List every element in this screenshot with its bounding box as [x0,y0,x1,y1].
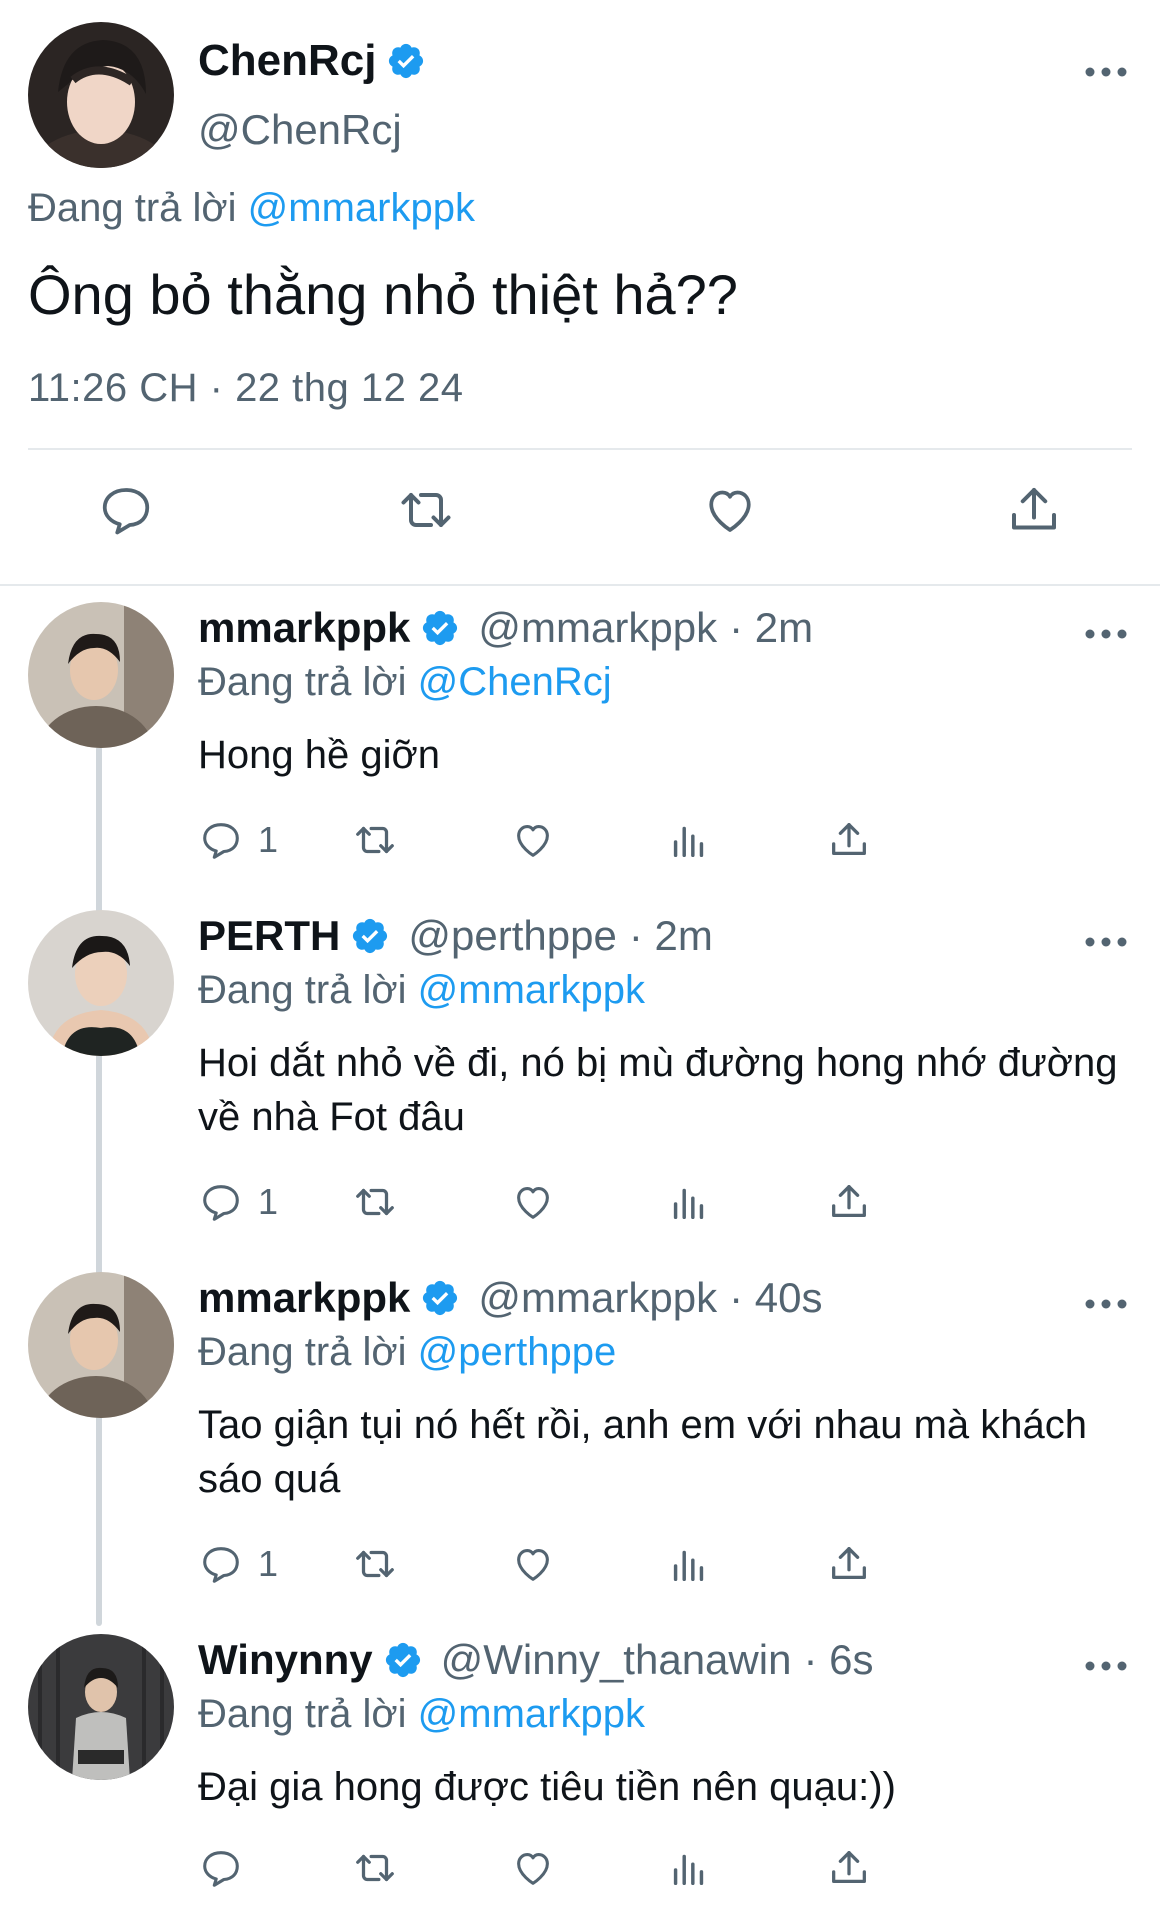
analytics-icon[interactable] [666,1840,712,1896]
avatar[interactable] [28,1272,174,1418]
retweet-icon[interactable] [352,1840,398,1896]
reply-button[interactable] [198,1840,258,1896]
tweet-header: mmarkppk @mmarkppk · 2m [198,604,813,652]
verified-badge-icon [423,1280,458,1316]
handle[interactable]: @mmarkppk [478,1274,717,1322]
display-name[interactable]: PERTH [198,912,340,960]
replying-prefix: Đang trả lời [28,186,237,230]
replying-to-link[interactable]: @ChenRcj [418,660,612,704]
replying-to-link[interactable]: @mmarkppk [248,186,475,230]
relative-time[interactable]: · 2m [729,604,813,652]
verified-badge-icon [389,43,424,79]
relative-time[interactable]: · 6s [803,1636,873,1684]
verified-badge-icon [353,918,388,954]
replying-to-link[interactable]: @mmarkppk [418,1692,645,1736]
avatar[interactable] [28,1634,174,1780]
tweet-header: PERTH @perthppe · 2m [198,912,713,960]
tweet-actions [198,1840,1058,1896]
reply-count: 1 [258,1543,279,1584]
handle[interactable]: @Winny_thanawin [441,1636,792,1684]
handle[interactable]: @ChenRcj [198,106,402,154]
replying-to: Đang trả lời @ChenRcj [198,660,612,705]
divider [28,448,1132,450]
tweet-actions: 1 [198,812,1058,868]
divider [0,584,1160,586]
replying-to-link[interactable]: @perthppe [418,1330,617,1374]
analytics-icon[interactable] [666,812,712,868]
share-icon[interactable] [826,812,872,868]
like-icon[interactable] [510,1536,556,1592]
more-options-icon[interactable] [1076,614,1136,654]
retweet-icon[interactable] [352,812,398,868]
tweet-text: Đại gia hong được tiêu tiền nên quạu:)) [198,1765,896,1809]
like-icon[interactable] [700,480,760,540]
retweet-icon[interactable] [352,1174,398,1230]
reply-tweet[interactable]: mmarkppk @mmarkppk · 2m Đang trả lời @Ch… [0,602,1160,872]
reply-tweet[interactable]: Winynny @Winny_thanawin · 6s Đang trả lờ… [0,1634,1160,1904]
tweet-timestamp[interactable]: 11:26 CH · 22 thg 12 24 [28,366,463,411]
more-options-icon[interactable] [1076,922,1136,962]
handle[interactable]: @mmarkppk [478,604,717,652]
display-name-text[interactable]: ChenRcj [198,36,376,86]
more-options-icon[interactable] [1076,52,1136,92]
reply-button[interactable]: 1 [198,812,278,868]
reply-count: 1 [258,819,279,860]
tweet-header: Winynny @Winny_thanawin · 6s [198,1636,873,1684]
reply-button[interactable]: 1 [198,1536,278,1592]
avatar[interactable] [28,22,174,168]
avatar[interactable] [28,602,174,748]
share-icon[interactable] [826,1174,872,1230]
display-name[interactable]: mmarkppk [198,604,410,652]
reply-icon [203,823,239,859]
reply-icon [203,1185,239,1221]
analytics-icon[interactable] [666,1174,712,1230]
replying-to: Đang trả lời @mmarkppk [28,186,475,231]
retweet-icon[interactable] [352,1536,398,1592]
share-icon[interactable] [826,1536,872,1592]
tweet-text: Tao giận tụi nó hết rồi, anh em với nhau… [198,1403,1087,1501]
reply-tweet[interactable]: mmarkppk @mmarkppk · 40s Đang trả lời @p… [0,1272,1160,1602]
main-tweet: ChenRcj @ChenRcj Đang trả lời @mmarkppk … [0,0,1160,586]
replying-to-link[interactable]: @mmarkppk [418,968,645,1012]
tweet-actions: 1 [198,1174,1058,1230]
reply-icon[interactable] [96,480,156,540]
replying-prefix: Đang trả lời [198,660,407,704]
handle[interactable]: @perthppe [408,912,616,960]
replying-prefix: Đang trả lời [198,1330,407,1374]
more-options-icon[interactable] [1076,1646,1136,1686]
more-options-icon[interactable] [1076,1284,1136,1324]
tweet-actions: 1 [198,1536,1058,1592]
like-icon[interactable] [510,1840,556,1896]
replying-to: Đang trả lời @mmarkppk [198,968,645,1013]
reply-button[interactable]: 1 [198,1174,278,1230]
analytics-icon[interactable] [666,1536,712,1592]
reply-count: 1 [258,1181,279,1222]
relative-time[interactable]: · 2m [629,912,713,960]
share-icon[interactable] [826,1840,872,1896]
avatar[interactable] [28,910,174,1056]
display-name[interactable]: mmarkppk [198,1274,410,1322]
display-name[interactable]: Winynny [198,1636,373,1684]
reply-tweet[interactable]: PERTH @perthppe · 2m Đang trả lời @mmark… [0,910,1160,1240]
relative-time[interactable]: · 40s [729,1274,822,1322]
tweet-text: Ông bỏ thằng nhỏ thiệt hả?? [28,263,738,326]
tweet-text: Hoi dắt nhỏ về đi, nó bị mù đường hong n… [198,1041,1118,1139]
reply-icon [203,1547,239,1583]
like-icon[interactable] [510,812,556,868]
like-icon[interactable] [510,1174,556,1230]
tweet-text: Hong hề giỡn [198,733,440,777]
replying-prefix: Đang trả lời [198,1692,407,1736]
retweet-icon[interactable] [396,480,456,540]
reply-icon [203,1851,239,1887]
display-name[interactable]: ChenRcj [198,36,426,86]
replying-to: Đang trả lời @perthppe [198,1330,616,1375]
tweet-actions [0,480,1160,552]
verified-badge-icon [423,610,458,646]
replying-to: Đang trả lời @mmarkppk [198,1692,645,1737]
tweet-header: mmarkppk @mmarkppk · 40s [198,1274,822,1322]
share-icon[interactable] [1004,480,1064,540]
replying-prefix: Đang trả lời [198,968,407,1012]
verified-badge-icon [385,1642,420,1678]
